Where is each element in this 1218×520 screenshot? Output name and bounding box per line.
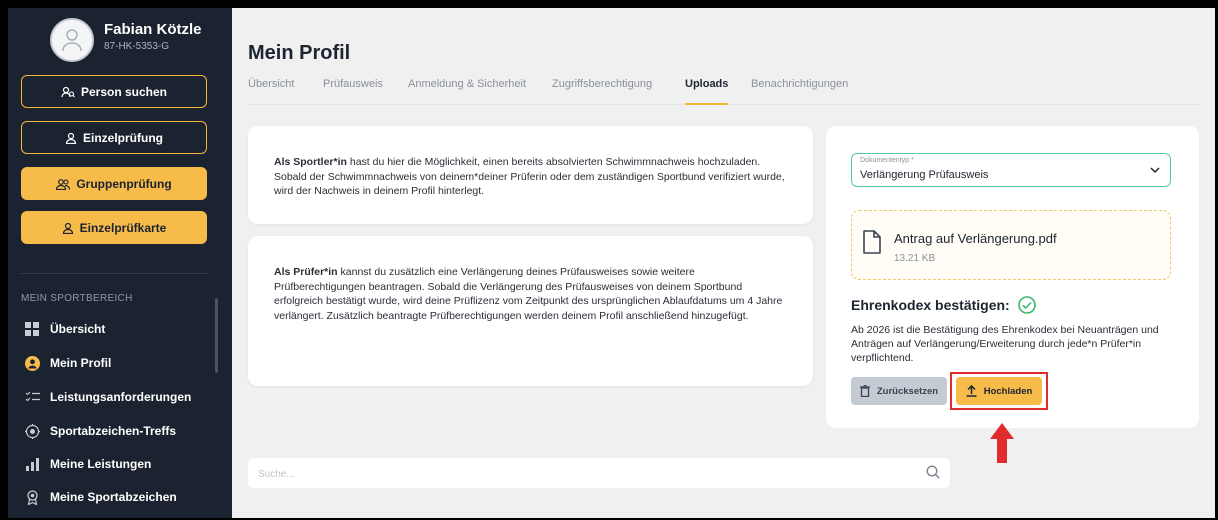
uploaded-file[interactable]: Antrag auf Verlängerung.pdf 13.21 KB — [851, 210, 1171, 280]
chevron-down-icon — [1150, 167, 1160, 174]
sidebar-section-label: MEIN SPORTBEREICH — [21, 293, 133, 304]
file-name: Antrag auf Verlängerung.pdf — [894, 231, 1057, 246]
sidebar-item-meine-leistungen[interactable]: Meine Leistungen — [24, 453, 151, 475]
tab-uebersicht[interactable]: Übersicht — [248, 78, 294, 104]
person-icon — [65, 132, 77, 144]
file-icon — [863, 230, 881, 254]
einzelpruefkarte-button[interactable]: Einzelprüfkarte — [21, 211, 207, 244]
avatar — [50, 18, 94, 62]
sidebar-item-mein-profil[interactable]: Mein Profil — [24, 352, 111, 374]
info-card-pruefer: Als Prüfer*in kannst du zusätzlich eine … — [248, 236, 813, 386]
button-label: Gruppenprüfung — [76, 176, 172, 191]
user-circle-icon — [24, 355, 40, 371]
sidebar-item-label: Meine Sportabzeichen — [50, 490, 177, 504]
upload-label: Hochladen — [983, 385, 1033, 397]
tab-benachrichtigungen[interactable]: Benachrichtigungen — [751, 78, 848, 104]
upload-icon — [966, 385, 977, 397]
ehrenkodex-heading: Ehrenkodex bestätigen: — [851, 296, 1036, 314]
info-text: hast du hier die Möglichkeit, einen bere… — [274, 156, 785, 197]
gruppenpruefung-button[interactable]: Gruppenprüfung — [21, 167, 207, 200]
tab-anmeldung-sicherheit[interactable]: Anmeldung & Sicherheit — [408, 78, 526, 104]
people-search-icon — [61, 86, 75, 97]
user-profile[interactable]: Fabian Kötzle 87-HK-5353-G — [50, 18, 202, 62]
info-bold: Als Sportler*in — [274, 156, 347, 168]
tab-zugriffsberechtigung[interactable]: Zugriffsberechtigung — [552, 78, 652, 104]
app-frame: Fabian Kötzle 87-HK-5353-G Person suchen… — [8, 8, 1215, 518]
sidebar: Fabian Kötzle 87-HK-5353-G Person suchen… — [8, 8, 232, 518]
sidebar-item-meine-sportabzeichen[interactable]: Meine Sportabzeichen — [24, 486, 177, 508]
checklist-icon — [24, 389, 40, 405]
file-size: 13.21 KB — [894, 253, 936, 264]
group-icon — [56, 178, 71, 190]
trash-icon — [859, 385, 870, 397]
search-input[interactable] — [256, 465, 900, 483]
target-icon — [24, 423, 40, 439]
select-label: Dokumententyp * — [860, 157, 914, 164]
upload-card: Dokumententyp * Verlängerung Prüfausweis… — [826, 126, 1199, 428]
sidebar-item-sportabzeichen-treffs[interactable]: Sportabzeichen-Treffs — [24, 420, 176, 442]
grid-icon — [24, 321, 40, 337]
button-label: Einzelprüfung — [83, 130, 163, 145]
sidebar-divider — [21, 273, 207, 274]
button-label: Einzelprüfkarte — [79, 220, 167, 235]
badge-icon — [24, 489, 40, 505]
person-suchen-button[interactable]: Person suchen — [21, 75, 207, 108]
sidebar-item-label: Sportabzeichen-Treffs — [50, 424, 177, 438]
sidebar-item-leistungsanforderungen[interactable]: Leistungsanforderungen — [24, 386, 191, 408]
sidebar-scrollbar[interactable] — [215, 298, 218, 373]
user-name: Fabian Kötzle — [104, 21, 202, 38]
page-title: Mein Profil — [248, 42, 351, 64]
reset-button[interactable]: Zurücksetzen — [851, 377, 947, 405]
sidebar-item-label: Mein Profil — [50, 356, 112, 370]
info-card-sportler: Als Sportler*in hast du hier die Möglich… — [248, 126, 813, 224]
search-bar — [248, 458, 950, 488]
document-type-select[interactable]: Dokumententyp * Verlängerung Prüfausweis — [851, 153, 1171, 187]
sidebar-item-label: Meine Leistungen — [50, 457, 152, 471]
arrow-up-icon — [990, 423, 1014, 463]
check-circle-icon — [1017, 296, 1036, 314]
select-value: Verlängerung Prüfausweis — [860, 169, 989, 181]
sidebar-item-label: Leistungsanforderungen — [50, 390, 192, 404]
info-bold: Als Prüfer*in — [274, 266, 338, 278]
sidebar-item-label: Übersicht — [50, 322, 106, 336]
einzelpruefung-button[interactable]: Einzelprüfung — [21, 121, 207, 154]
ehrenkodex-text: Ab 2026 ist die Bestätigung des Ehrenkod… — [851, 324, 1159, 364]
person-card-icon — [62, 222, 73, 234]
profile-tabs: Übersicht Prüfausweis Anmeldung & Sicher… — [248, 78, 1200, 105]
info-text: kannst du zusätzlich eine Verlängerung d… — [274, 266, 783, 322]
tab-uploads[interactable]: Uploads — [685, 78, 729, 105]
bar-chart-icon — [24, 456, 40, 472]
upload-button[interactable]: Hochladen — [956, 377, 1042, 405]
button-label: Person suchen — [80, 84, 168, 99]
sidebar-item-uebersicht[interactable]: Übersicht — [24, 318, 105, 340]
ehrenkodex-title: Ehrenkodex bestätigen: — [851, 297, 1010, 313]
reset-label: Zurücksetzen — [876, 385, 939, 397]
user-id: 87-HK-5353-G — [104, 41, 170, 52]
user-avatar-icon — [62, 29, 82, 52]
tab-pruefausweis[interactable]: Prüfausweis — [323, 78, 383, 104]
search-icon[interactable] — [926, 465, 940, 479]
